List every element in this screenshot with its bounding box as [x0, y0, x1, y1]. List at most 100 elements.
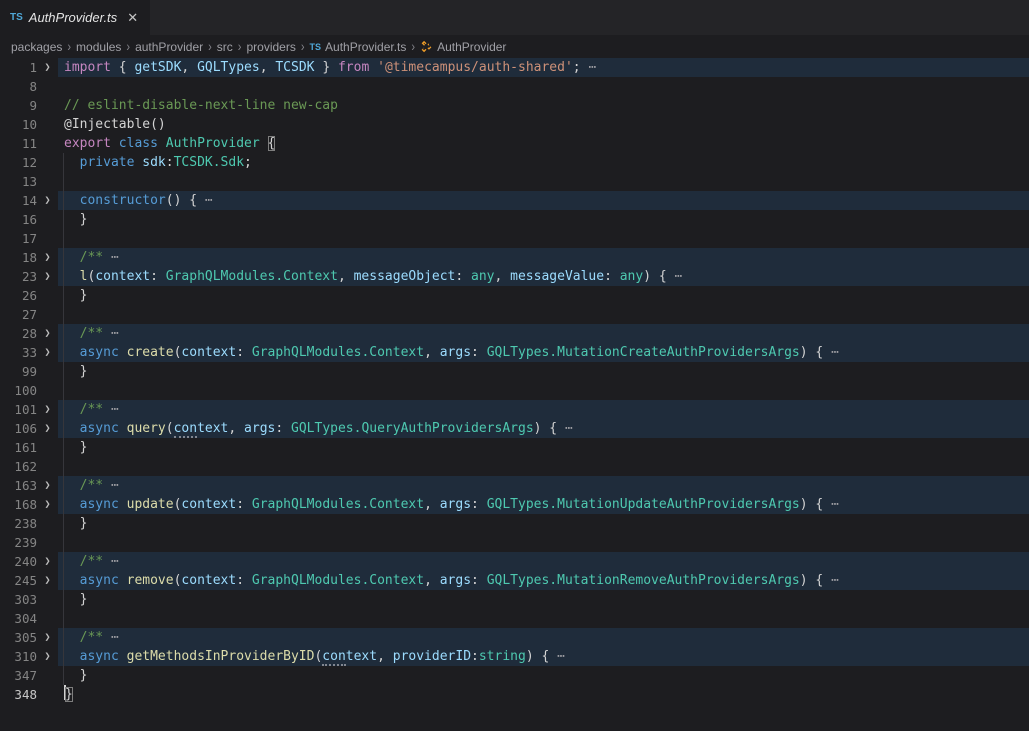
- fold-chevron-icon[interactable]: ❯: [37, 267, 58, 286]
- code-line[interactable]: 101❯ /** ⋯: [0, 400, 1029, 419]
- line-number[interactable]: 238: [0, 514, 37, 533]
- code-line[interactable]: 23❯ l(context: GraphQLModules.Context, m…: [0, 267, 1029, 286]
- line-number[interactable]: 1: [0, 58, 37, 77]
- code-line[interactable]: 11 export class AuthProvider {: [0, 134, 1029, 153]
- code-line[interactable]: 106❯ async query(context, args: GQLTypes…: [0, 419, 1029, 438]
- line-body[interactable]: }: [58, 666, 1029, 685]
- line-body[interactable]: [58, 533, 1029, 552]
- line-number[interactable]: 13: [0, 172, 37, 191]
- line-body[interactable]: async query(context, args: GQLTypes.Quer…: [58, 419, 1029, 438]
- code-line[interactable]: 12 private sdk:TCSDK.Sdk;: [0, 153, 1029, 172]
- code-line[interactable]: 239: [0, 533, 1029, 552]
- line-number[interactable]: 28: [0, 324, 37, 343]
- line-body[interactable]: }: [58, 685, 1029, 704]
- fold-chevron-icon[interactable]: ❯: [37, 419, 58, 438]
- fold-chevron-icon[interactable]: ❯: [37, 476, 58, 495]
- fold-chevron-icon[interactable]: ❯: [37, 552, 58, 571]
- line-number[interactable]: 348: [0, 685, 37, 704]
- fold-chevron-icon[interactable]: ❯: [37, 324, 58, 343]
- line-body[interactable]: async remove(context: GraphQLModules.Con…: [58, 571, 1029, 590]
- code-line[interactable]: 27: [0, 305, 1029, 324]
- line-body[interactable]: /** ⋯: [58, 248, 1029, 267]
- line-body[interactable]: async getMethodsInProviderByID(context, …: [58, 647, 1029, 666]
- line-body[interactable]: [58, 457, 1029, 476]
- line-body[interactable]: constructor() { ⋯: [58, 191, 1029, 210]
- line-body[interactable]: export class AuthProvider {: [58, 134, 1029, 153]
- folded-ellipsis[interactable]: ⋯: [588, 60, 596, 75]
- line-number[interactable]: 163: [0, 476, 37, 495]
- line-number[interactable]: 240: [0, 552, 37, 571]
- line-number[interactable]: 161: [0, 438, 37, 457]
- line-number[interactable]: 162: [0, 457, 37, 476]
- folded-ellipsis[interactable]: ⋯: [831, 497, 839, 512]
- line-number[interactable]: 347: [0, 666, 37, 685]
- line-number[interactable]: 99: [0, 362, 37, 381]
- fold-chevron-icon[interactable]: ❯: [37, 400, 58, 419]
- line-body[interactable]: /** ⋯: [58, 552, 1029, 571]
- line-number[interactable]: 14: [0, 191, 37, 210]
- fold-chevron-icon[interactable]: ❯: [37, 58, 58, 77]
- fold-chevron-icon[interactable]: ❯: [37, 571, 58, 590]
- line-body[interactable]: [58, 77, 1029, 96]
- line-number[interactable]: 11: [0, 134, 37, 153]
- line-number[interactable]: 27: [0, 305, 37, 324]
- folded-ellipsis[interactable]: ⋯: [111, 250, 119, 265]
- fold-chevron-icon[interactable]: ❯: [37, 191, 58, 210]
- folded-ellipsis[interactable]: ⋯: [111, 402, 119, 417]
- line-number[interactable]: 17: [0, 229, 37, 248]
- line-body[interactable]: [58, 609, 1029, 628]
- folded-ellipsis[interactable]: ⋯: [111, 554, 119, 569]
- breadcrumb-item-authprovider[interactable]: authProvider: [135, 40, 203, 54]
- code-line[interactable]: 13: [0, 172, 1029, 191]
- breadcrumb-item-packages[interactable]: packages: [11, 40, 62, 54]
- breadcrumb-item-src[interactable]: src: [217, 40, 233, 54]
- line-body[interactable]: // eslint-disable-next-line new-cap: [58, 96, 1029, 115]
- line-body[interactable]: [58, 172, 1029, 191]
- line-body[interactable]: /** ⋯: [58, 324, 1029, 343]
- code-line[interactable]: 161 }: [0, 438, 1029, 457]
- folded-ellipsis[interactable]: ⋯: [111, 630, 119, 645]
- line-number[interactable]: 100: [0, 381, 37, 400]
- fold-chevron-icon[interactable]: ❯: [37, 647, 58, 666]
- folded-ellipsis[interactable]: ⋯: [675, 269, 683, 284]
- line-body[interactable]: async create(context: GraphQLModules.Con…: [58, 343, 1029, 362]
- code-line[interactable]: 168❯ async update(context: GraphQLModule…: [0, 495, 1029, 514]
- breadcrumb-item-modules[interactable]: modules: [76, 40, 121, 54]
- line-number[interactable]: 239: [0, 533, 37, 552]
- code-line[interactable]: 348}: [0, 685, 1029, 704]
- code-line[interactable]: 14❯ constructor() { ⋯: [0, 191, 1029, 210]
- line-number[interactable]: 310: [0, 647, 37, 666]
- line-body[interactable]: }: [58, 286, 1029, 305]
- folded-ellipsis[interactable]: ⋯: [111, 478, 119, 493]
- code-line[interactable]: 18❯ /** ⋯: [0, 248, 1029, 267]
- line-body[interactable]: import { getSDK, GQLTypes, TCSDK } from …: [58, 58, 1029, 77]
- line-number[interactable]: 245: [0, 571, 37, 590]
- code-line[interactable]: 163❯ /** ⋯: [0, 476, 1029, 495]
- breadcrumb-item-authprovider-ts[interactable]: TSAuthProvider.ts: [310, 40, 407, 54]
- line-body[interactable]: /** ⋯: [58, 476, 1029, 495]
- fold-chevron-icon[interactable]: ❯: [37, 343, 58, 362]
- folded-ellipsis[interactable]: ⋯: [205, 193, 213, 208]
- line-number[interactable]: 9: [0, 96, 37, 115]
- code-line[interactable]: 240❯ /** ⋯: [0, 552, 1029, 571]
- breadcrumb-item-providers[interactable]: providers: [246, 40, 295, 54]
- line-number[interactable]: 305: [0, 628, 37, 647]
- line-number[interactable]: 304: [0, 609, 37, 628]
- code-line[interactable]: 303 }: [0, 590, 1029, 609]
- line-body[interactable]: }: [58, 210, 1029, 229]
- code-line[interactable]: 9 // eslint-disable-next-line new-cap: [0, 96, 1029, 115]
- folded-ellipsis[interactable]: ⋯: [565, 421, 573, 436]
- tab-authprovider[interactable]: TS AuthProvider.ts ✕: [0, 0, 150, 35]
- line-number[interactable]: 12: [0, 153, 37, 172]
- line-number[interactable]: 16: [0, 210, 37, 229]
- line-body[interactable]: }: [58, 362, 1029, 381]
- code-line[interactable]: 310❯ async getMethodsInProviderByID(cont…: [0, 647, 1029, 666]
- code-line[interactable]: 347 }: [0, 666, 1029, 685]
- line-number[interactable]: 23: [0, 267, 37, 286]
- line-body[interactable]: }: [58, 590, 1029, 609]
- folded-ellipsis[interactable]: ⋯: [831, 345, 839, 360]
- line-number[interactable]: 18: [0, 248, 37, 267]
- code-line[interactable]: 26 }: [0, 286, 1029, 305]
- line-body[interactable]: l(context: GraphQLModules.Context, messa…: [58, 267, 1029, 286]
- code-line[interactable]: 245❯ async remove(context: GraphQLModule…: [0, 571, 1029, 590]
